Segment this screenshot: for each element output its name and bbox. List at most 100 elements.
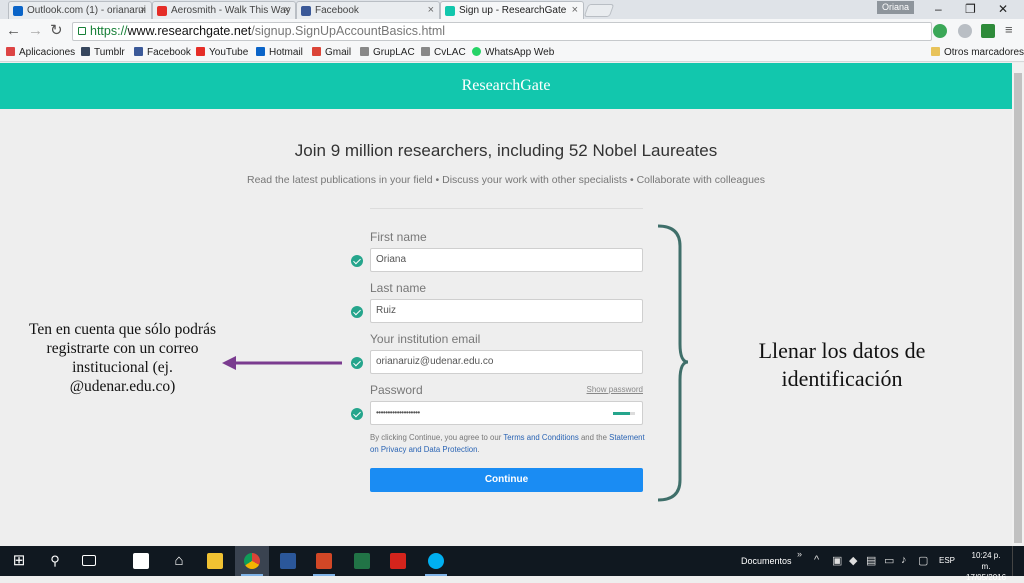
bookmark-youtube[interactable]: YouTube [196, 46, 248, 59]
bookmark-cvlac[interactable]: CvLAC [421, 46, 466, 59]
close-icon[interactable]: × [140, 4, 146, 16]
battery-icon[interactable]: ▭ [884, 554, 894, 567]
toolbar-expand-icon[interactable]: » [797, 549, 802, 559]
email-field[interactable]: orianaruiz@udenar.edu.co [370, 350, 643, 374]
annotation-brace [657, 224, 689, 502]
show-password-link[interactable]: Show password [560, 385, 643, 394]
home-icon: ⌂ [174, 552, 184, 569]
password-field[interactable]: ••••••••••••••••••• [370, 401, 643, 425]
bookmark-facebook[interactable]: Facebook [134, 46, 191, 59]
tumblr-icon [81, 47, 90, 56]
hotmail-icon [256, 47, 265, 56]
skype-extension-icon[interactable] [958, 24, 972, 38]
taskbar-acrobat[interactable] [381, 546, 415, 576]
skype-icon [428, 553, 444, 569]
menu-icon[interactable]: ≡ [1005, 22, 1013, 37]
evernote-extension-icon[interactable] [981, 24, 995, 38]
check-icon [351, 408, 363, 420]
minimize-icon[interactable]: – [935, 2, 942, 16]
first-name-field[interactable]: Oriana [370, 248, 643, 272]
dropbox-icon[interactable]: ◆ [849, 554, 857, 567]
close-icon[interactable]: × [572, 4, 578, 16]
youtube-icon [157, 6, 167, 16]
bookmark-label: CvLAC [434, 47, 466, 58]
check-icon [351, 306, 363, 318]
other-bookmarks[interactable]: Otros marcadores [931, 46, 1024, 59]
password-label: Password [370, 383, 423, 397]
brace-path [657, 224, 689, 502]
scrollbar-thumb[interactable] [1014, 73, 1022, 543]
forward-icon[interactable]: → [28, 23, 43, 38]
bookmark-label: Aplicaciones [19, 47, 76, 58]
terms-suffix: . [477, 445, 480, 454]
extension-icon[interactable] [933, 24, 947, 38]
last-name-field[interactable]: Ruiz [370, 299, 643, 323]
facebook-icon [134, 47, 143, 56]
clock-time: 10:24 p. m. [971, 551, 1001, 571]
page-title: Join 9 million researchers, including 52… [294, 141, 718, 160]
url-path: /signup.SignUpAccountBasics.html [251, 24, 446, 38]
close-window-icon[interactable]: ✕ [998, 2, 1008, 16]
language-indicator[interactable]: ESP [939, 556, 955, 565]
search-icon: ⚲ [50, 553, 60, 568]
google-icon [312, 47, 321, 56]
profile-button[interactable]: Oriana [877, 1, 914, 14]
task-view-button[interactable] [72, 546, 106, 576]
restore-icon[interactable]: ❐ [965, 2, 976, 16]
taskbar-store[interactable] [124, 546, 158, 576]
annotation-left-note: Ten en cuenta que sólo podrás registrart… [28, 321, 216, 395]
taskbar-explorer[interactable] [198, 546, 232, 576]
back-icon[interactable]: ← [6, 23, 21, 38]
terms-link[interactable]: Terms and Conditions [503, 433, 578, 442]
bookmark-tumblr[interactable]: Tumblr [81, 46, 125, 59]
taskbar-powerpoint[interactable] [307, 546, 341, 576]
page-subtitle: Read the latest publications in your fie… [246, 174, 766, 186]
close-icon[interactable]: × [428, 4, 434, 16]
page-scrollbar[interactable] [1012, 63, 1024, 546]
show-desktop-button[interactable] [1012, 546, 1024, 576]
bookmark-apps[interactable]: Aplicaciones [6, 46, 75, 59]
youtube-icon [196, 47, 205, 56]
taskbar-excel[interactable] [345, 546, 379, 576]
site-logo[interactable]: ResearchGate [0, 77, 1012, 95]
reload-icon[interactable]: ↻ [50, 23, 63, 38]
bookmark-gmail[interactable]: Gmail [312, 46, 351, 59]
taskbar-edge[interactable]: ⌂ [162, 546, 196, 576]
clock[interactable]: 10:24 p. m. 17/05/2016 [966, 550, 1006, 583]
tab-aerosmith[interactable]: Aerosmith - Walk This Way × [152, 1, 296, 19]
annotation-right-note: Llenar los datos de identificación [758, 338, 926, 391]
search-button[interactable]: ⚲ [38, 546, 72, 576]
address-bar[interactable]: https://www.researchgate.net/signup.Sign… [72, 22, 932, 41]
task-view-icon [82, 555, 96, 566]
bookmark-label: GrupLAC [373, 47, 415, 58]
volume-icon[interactable]: ♪ [901, 554, 907, 566]
notification-icon[interactable]: ▢ [918, 554, 928, 567]
researchgate-icon [445, 6, 455, 16]
taskbar-word[interactable] [271, 546, 305, 576]
tab-title: Sign up - ResearchGate [459, 5, 567, 16]
tab-title: Facebook [315, 5, 359, 16]
start-button[interactable]: ⊞ [2, 546, 36, 576]
chevron-up-icon[interactable]: ^ [814, 554, 819, 566]
taskbar-skype[interactable] [419, 546, 453, 576]
tab-researchgate[interactable]: Sign up - ResearchGate × [440, 1, 584, 19]
last-name-label: Last name [370, 281, 427, 295]
lock-icon [78, 27, 86, 35]
first-name-label: First name [370, 230, 427, 244]
documents-toolbar[interactable]: Documentos [741, 556, 792, 566]
store-icon [133, 553, 149, 569]
page-icon [360, 47, 369, 56]
tray-app-icon[interactable]: ▣ [832, 554, 842, 567]
taskbar-chrome[interactable] [235, 546, 269, 576]
excel-icon [354, 553, 370, 569]
email-label: Your institution email [370, 332, 481, 346]
bookmark-gruplac[interactable]: GrupLAC [360, 46, 415, 59]
bookmark-hotmail[interactable]: Hotmail [256, 46, 303, 59]
close-icon[interactable]: × [284, 4, 290, 16]
tab-outlook[interactable]: Outlook.com (1) - orianarui × [8, 1, 152, 19]
bookmark-whatsapp[interactable]: WhatsApp Web [472, 46, 554, 59]
tab-facebook[interactable]: Facebook × [296, 1, 440, 19]
continue-button[interactable]: Continue [370, 468, 643, 492]
tray-app-icon[interactable]: ▤ [866, 554, 876, 567]
new-tab-button[interactable] [583, 4, 615, 17]
